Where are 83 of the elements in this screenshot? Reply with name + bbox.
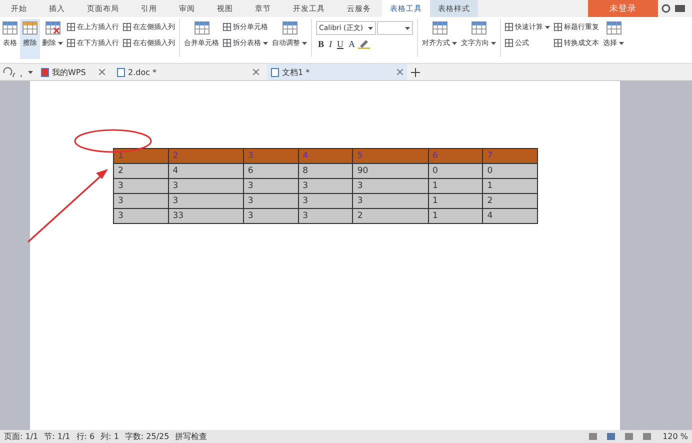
table-cell: 3 [114, 194, 168, 208]
table-cell: 1 [482, 178, 538, 194]
table-header-cell: 5 [352, 148, 428, 164]
table-cell: 3 [243, 208, 298, 224]
table-cell: 3 [298, 208, 353, 224]
table-header-cell: 2 [168, 148, 244, 164]
table-cell: 6 [243, 164, 298, 178]
status-text: 拼写检查 [175, 431, 208, 442]
status-text: 节: 1/1 [44, 431, 70, 442]
format-button[interactable]: A [346, 39, 358, 49]
format-button[interactable]: U [335, 39, 346, 49]
table-cell: 1 [428, 194, 483, 208]
table-cell: 2 [482, 194, 538, 208]
close-icon[interactable] [99, 69, 105, 75]
table-cell: 0 [482, 164, 538, 178]
table-cell: 1 [428, 178, 483, 194]
status-text: 列: 1 [100, 431, 119, 442]
document-tab[interactable]: 2.doc * [113, 64, 263, 80]
zoom-level: 120 % [662, 432, 688, 441]
table-icon [606, 21, 622, 35]
table-cell: 4 [168, 164, 244, 178]
table-icon [282, 21, 298, 35]
table-icon [67, 23, 75, 31]
table-icon [22, 21, 38, 35]
table-icon [505, 39, 513, 47]
table-icon [194, 21, 210, 35]
caret-icon [491, 42, 496, 44]
table-cell: 4 [482, 208, 538, 224]
table-cell: 3 [352, 194, 428, 208]
table-cell: 3 [243, 194, 298, 208]
close-icon[interactable] [253, 69, 259, 75]
caret-icon [58, 42, 63, 44]
status-text: 页面: 1/1 [4, 431, 38, 442]
caret-icon [28, 70, 33, 74]
highlighter-icon[interactable] [358, 39, 370, 49]
format-button[interactable]: B [316, 39, 326, 49]
table-cell: 8 [298, 164, 353, 178]
table-icon [123, 23, 131, 31]
document-tab[interactable]: 我的WPS [37, 64, 109, 80]
caret-icon [263, 42, 268, 44]
table-cell: 3 [352, 178, 428, 194]
table-cell: 33 [168, 208, 244, 224]
table-icon [554, 23, 562, 31]
add-tab-icon[interactable] [411, 68, 420, 76]
caret-icon [302, 42, 307, 44]
table-cell: 3 [114, 178, 168, 194]
table-cell: 3 [168, 178, 244, 194]
table-cell: 3 [298, 194, 353, 208]
table-cell: 0 [428, 164, 483, 178]
table-cell: 90 [352, 164, 428, 178]
status-text: 行: 6 [76, 431, 95, 442]
table-icon [470, 21, 486, 35]
table-header-cell: 3 [243, 148, 298, 164]
document-icon [41, 68, 49, 76]
caret-icon [405, 26, 410, 30]
document-icon [271, 68, 279, 76]
close-icon[interactable] [397, 69, 403, 75]
table-cell: 1 [428, 208, 483, 224]
table-icon [554, 39, 562, 47]
caret-icon [368, 26, 373, 30]
table-cell: 3 [168, 194, 244, 208]
caret-icon [545, 26, 550, 28]
status-text: 字数: 25/25 [124, 431, 170, 442]
document-icon [117, 68, 125, 76]
table-icon [432, 21, 448, 35]
table-cell: 2 [352, 208, 428, 224]
table-icon [223, 39, 231, 47]
table-icon [123, 39, 131, 47]
table-icon [505, 23, 513, 31]
table-icon [223, 23, 231, 31]
table-cell: 2 [114, 164, 168, 178]
table-icon [44, 21, 60, 35]
table-cell: 3 [114, 208, 168, 224]
format-button[interactable]: I [327, 39, 334, 49]
table-header-cell: 7 [482, 148, 538, 164]
table-header-cell: 6 [428, 148, 483, 164]
table-cell: 3 [298, 178, 353, 194]
table-header-cell: 4 [298, 148, 353, 164]
document-tab[interactable]: 文档1 * [267, 64, 407, 80]
table-cell: 3 [243, 178, 298, 194]
table-icon [67, 39, 75, 47]
caret-icon [619, 42, 624, 44]
caret-icon [452, 42, 457, 44]
